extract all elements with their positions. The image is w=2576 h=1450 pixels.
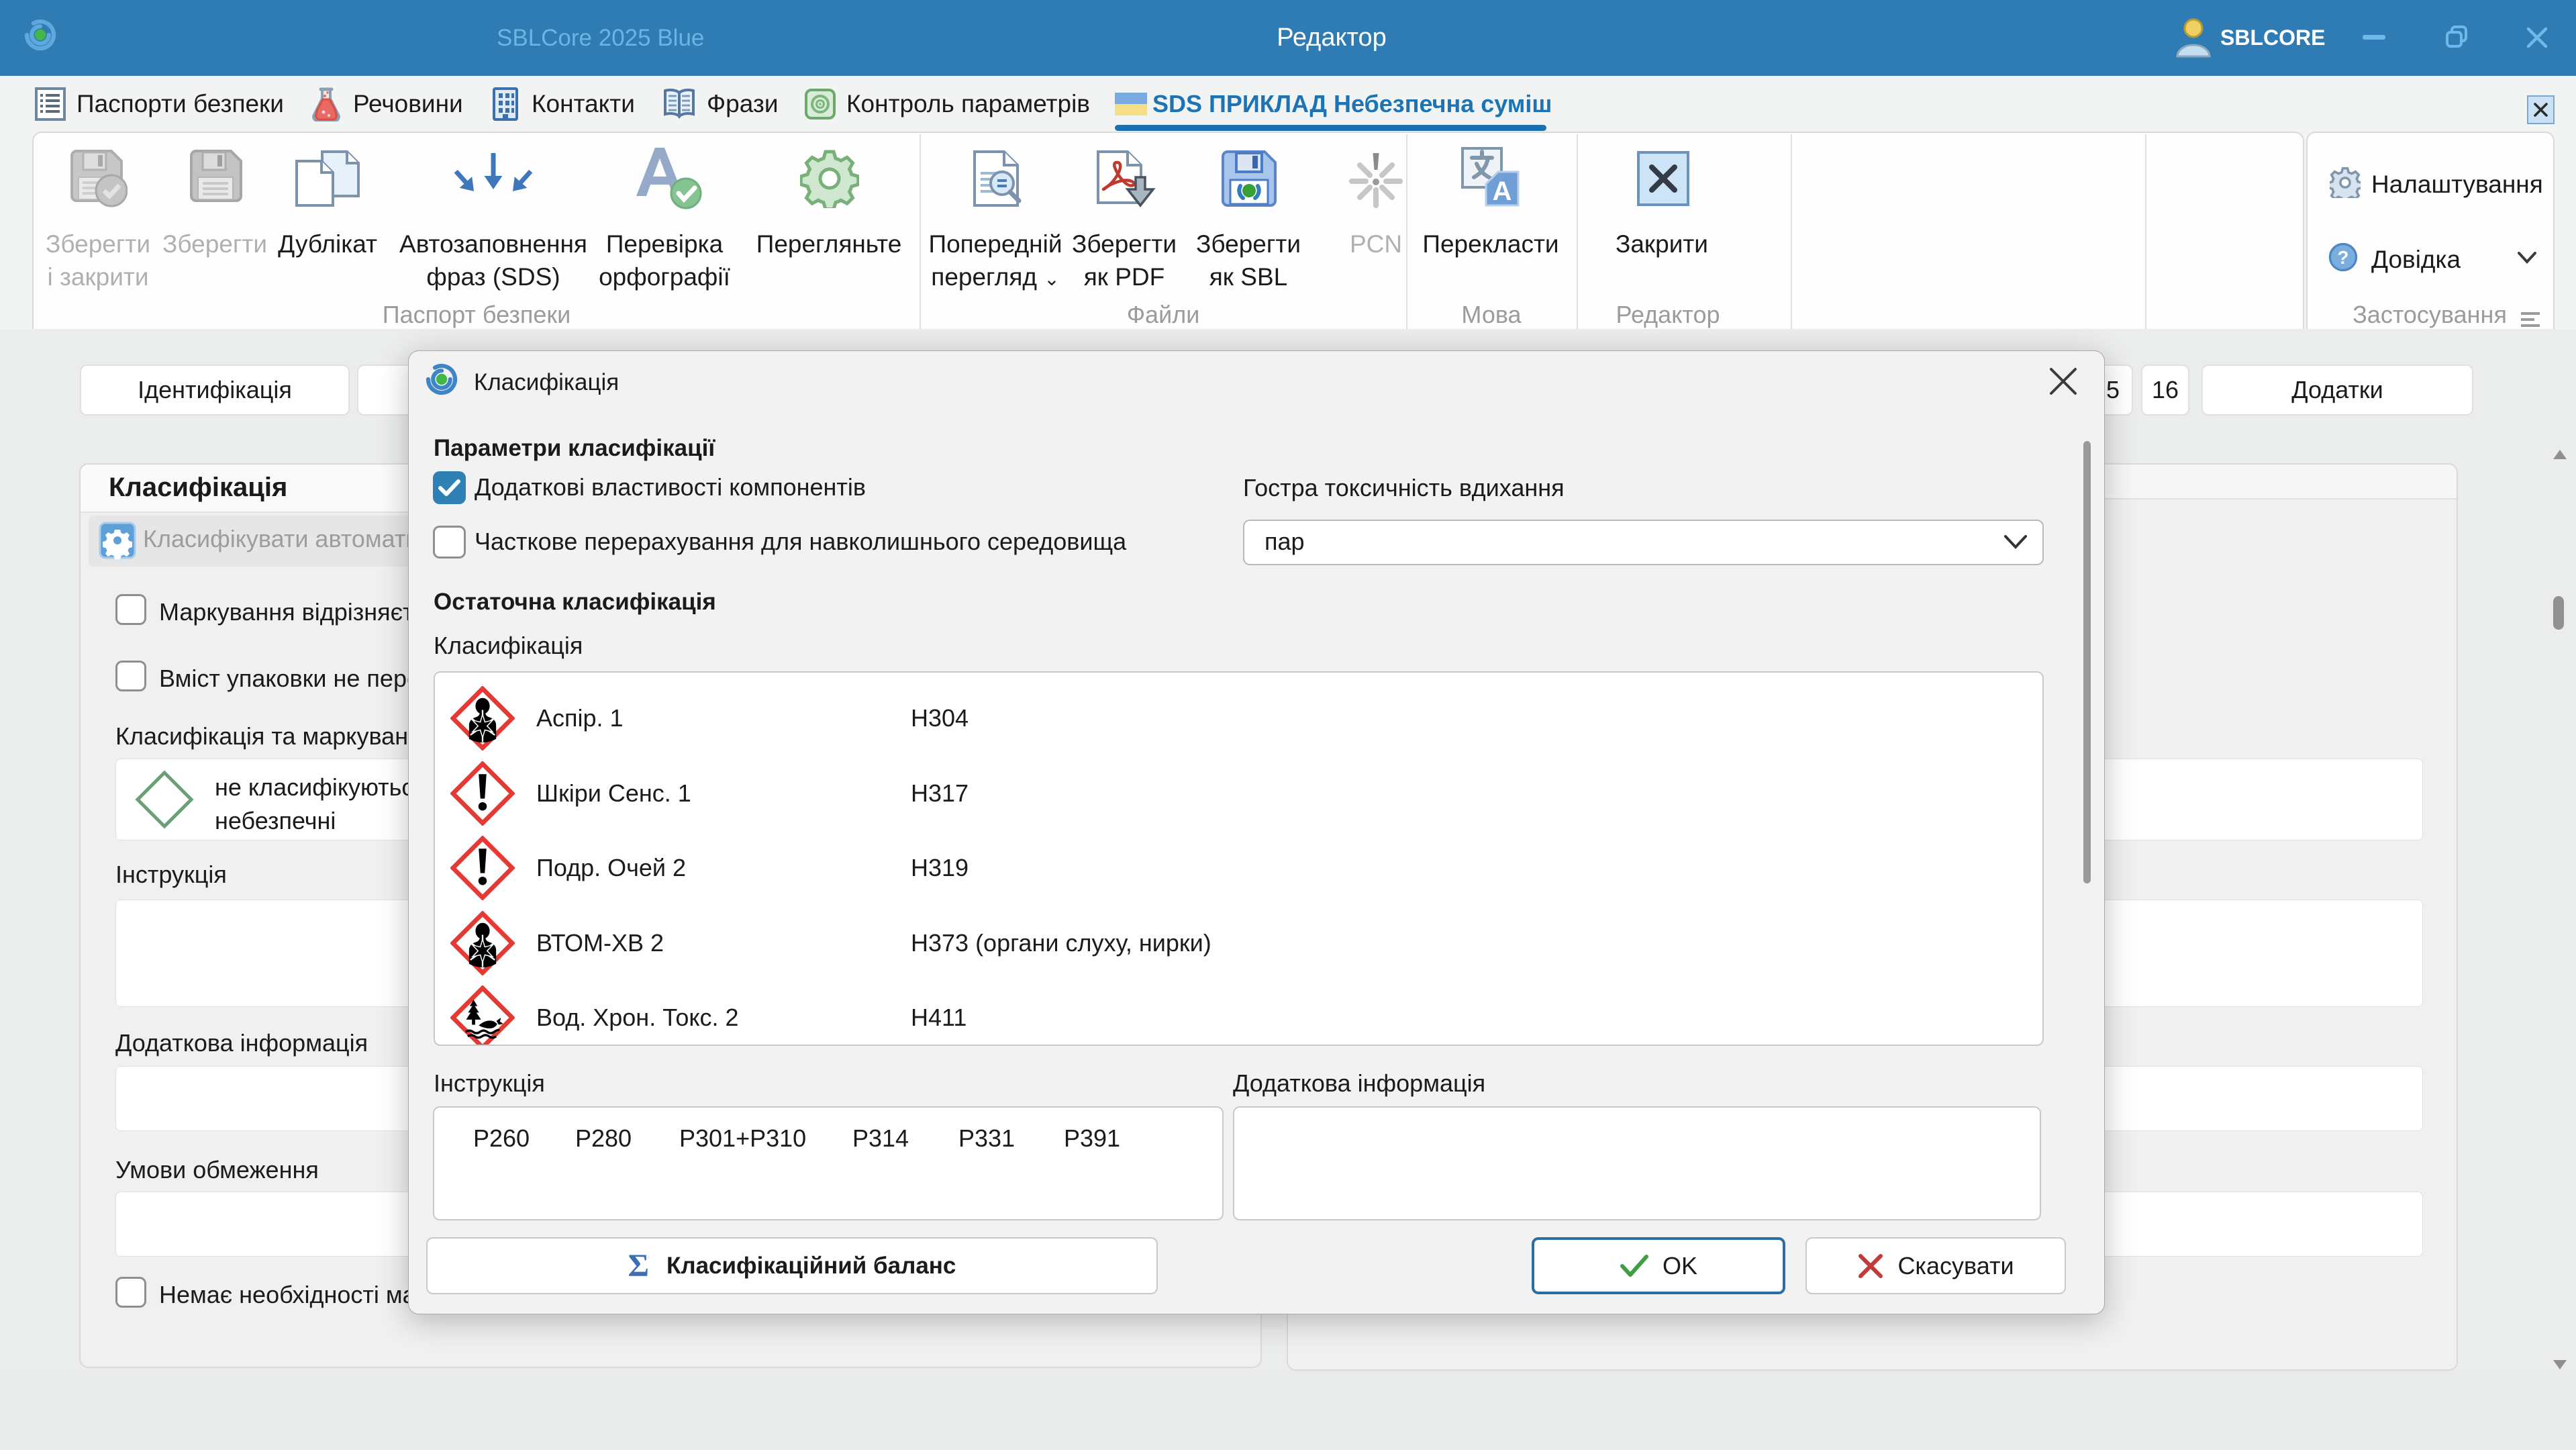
svg-text:A: A [1493,177,1512,206]
svg-text:?: ? [2338,247,2349,268]
